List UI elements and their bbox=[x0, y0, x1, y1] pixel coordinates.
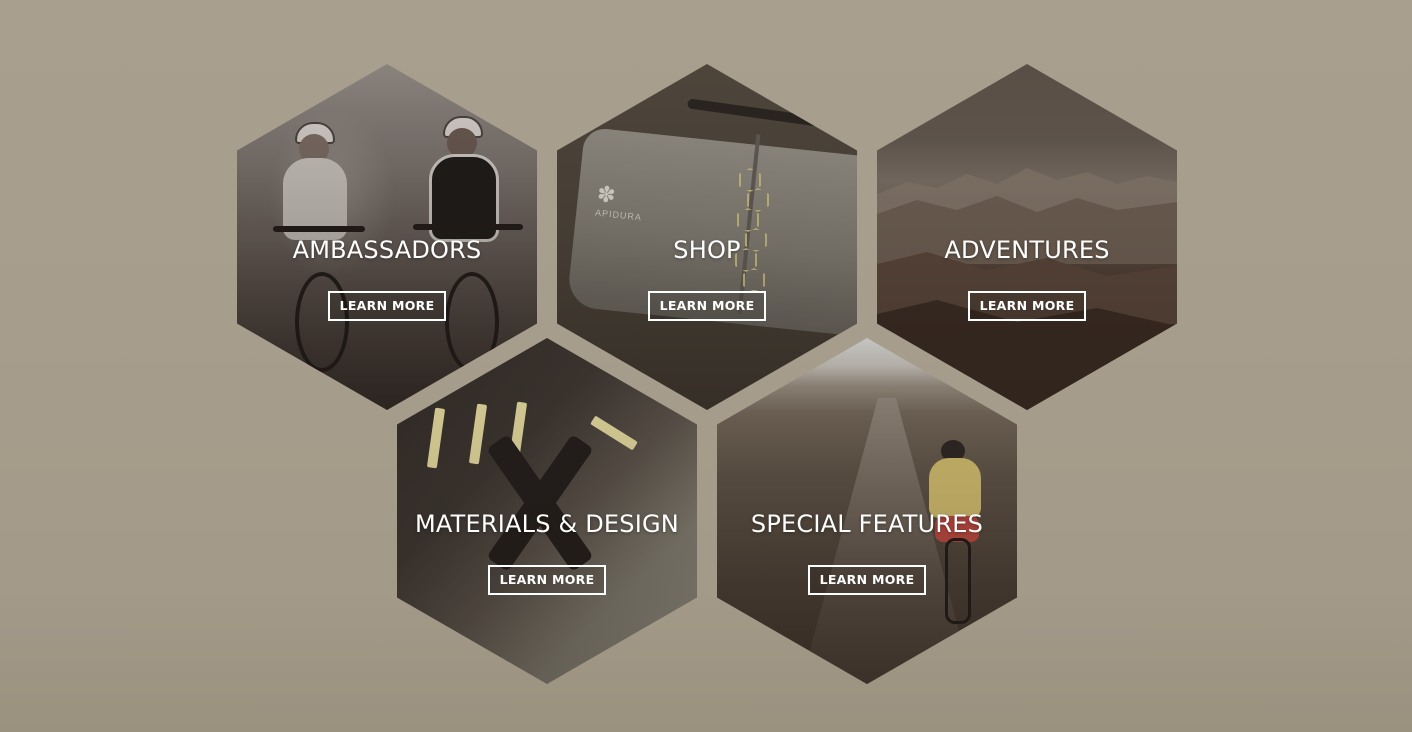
tile-title-shop: SHOP bbox=[673, 236, 741, 264]
tile-title-materials-design: MATERIALS & DESIGN bbox=[415, 510, 679, 538]
learn-more-button-special-features[interactable]: LEARN MORE bbox=[808, 565, 926, 595]
special-features-tile[interactable]: SPECIAL FEATURES LEARN MORE bbox=[717, 338, 1017, 684]
tile-title-adventures: ADVENTURES bbox=[944, 236, 1110, 264]
learn-more-button-materials-design[interactable]: LEARN MORE bbox=[488, 565, 606, 595]
adventures-tile[interactable]: ADVENTURES LEARN MORE bbox=[877, 64, 1177, 410]
learn-more-button-ambassadors[interactable]: LEARN MORE bbox=[328, 291, 446, 321]
materials-design-tile[interactable]: MATERIALS & DESIGN LEARN MORE bbox=[397, 338, 697, 684]
hex-tile-grid: AMBASSADORS LEARN MORE ✽ APIDURA SHOP LE… bbox=[0, 0, 1412, 732]
tile-title-special-features: SPECIAL FEATURES bbox=[750, 510, 984, 538]
shop-tile[interactable]: ✽ APIDURA SHOP LEARN MORE bbox=[557, 64, 857, 410]
learn-more-button-adventures[interactable]: LEARN MORE bbox=[968, 291, 1086, 321]
ambassadors-tile[interactable]: AMBASSADORS LEARN MORE bbox=[237, 64, 537, 410]
learn-more-button-shop[interactable]: LEARN MORE bbox=[648, 291, 766, 321]
tile-title-ambassadors: AMBASSADORS bbox=[292, 236, 482, 264]
